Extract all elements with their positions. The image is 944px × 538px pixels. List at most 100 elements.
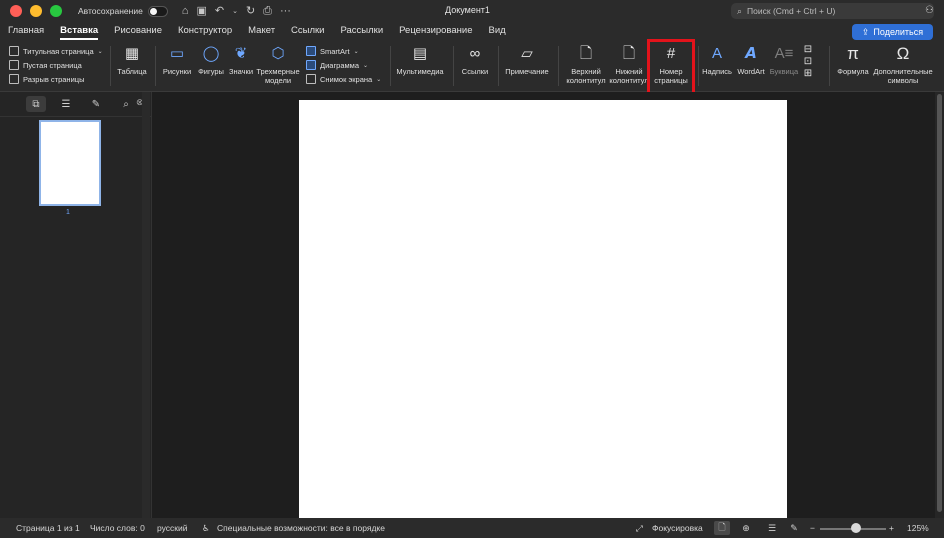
navigation-pane-scrollbar[interactable] [142,92,150,518]
chevron-down-icon: ⌄ [97,48,103,55]
screenshot-icon [306,74,316,84]
icons-label: Значки [228,67,254,76]
document-title: Документ1 [445,5,490,15]
edit-tab-icon[interactable]: ✎ [86,96,106,112]
focus-mode-button[interactable]: Фокусировка [652,523,703,533]
screenshot-label: Снимок экрана [320,74,373,84]
print-layout-view-icon[interactable]: 🗋 [714,521,730,535]
comment-icon: ▱ [521,45,533,62]
tab-home[interactable]: Главная [0,22,52,42]
document-page[interactable] [299,100,787,518]
header-icon: 🗋 [579,45,593,62]
dropcap-button[interactable]: A≡ Буквица [767,46,801,77]
home-icon[interactable]: ⌂ [182,5,189,17]
tab-layout[interactable]: Макет [240,22,283,42]
zoom-out-icon[interactable]: − [810,523,815,533]
shapes-button[interactable]: ◯ Фигуры [195,46,227,77]
close-window-button[interactable] [10,5,22,17]
text-more-button[interactable]: ⊟ ⊡ ⊞ [800,44,816,79]
blank-page-button[interactable]: Пустая страница [9,60,82,70]
header-label-line2: колонтитул [566,76,606,85]
pi-icon: π [847,44,859,63]
3d-models-label-line1: Трехмерные [256,67,300,76]
word-count-status[interactable]: Число слов: 0 [90,523,145,533]
page-thumbnail[interactable] [39,120,101,206]
redo-icon[interactable]: ↻ [246,5,255,17]
equation-label: Формула [837,67,869,76]
chart-button[interactable]: Диаграмма ⌄ [306,60,368,70]
pictures-icon: ▭ [169,45,185,62]
page-break-icon [9,74,19,84]
tab-insert[interactable]: Вставка [52,22,106,42]
tab-mailings[interactable]: Рассылки [333,22,392,42]
links-label: Ссылки [461,67,489,76]
links-button[interactable]: ∞ Ссылки [458,46,492,77]
print-icon[interactable]: ⎙ [263,5,272,17]
chevron-down-icon: ⌄ [353,48,359,55]
wordart-label: WordArt [737,67,765,76]
minimize-window-button[interactable] [30,5,42,17]
pictures-label: Рисунки [162,67,192,76]
tab-draw[interactable]: Рисование [106,22,170,42]
text-tools-icon: ⊟ ⊡ ⊞ [803,44,813,79]
quick-access-toolbar: ⌂ ▣ ↶ ⌄ ↻ ⎙ ··· [182,5,291,17]
chevron-down-icon: ⌄ [363,62,369,69]
comment-button[interactable]: ▱ Примечание [503,45,551,77]
page-break-button[interactable]: Разрыв страницы [9,74,84,84]
tab-references[interactable]: Ссылки [283,22,332,42]
textbox-icon: A [711,45,722,62]
ribbon-separator [558,46,559,86]
header-button[interactable]: 🗋 Верхний колонтитул [564,45,608,86]
title-page-button[interactable]: Титульная страница ⌄ [9,46,103,56]
icons-button[interactable]: ❦ Значки [227,45,255,77]
page-count-status[interactable]: Страница 1 из 1 [16,523,80,533]
zoom-window-button[interactable] [50,5,62,17]
symbols-button[interactable]: Ω Дополнительные символы [871,45,935,85]
screenshot-button[interactable]: Снимок экрана ⌄ [306,74,381,84]
table-button[interactable]: ▦ Таблица [116,46,148,77]
undo-icon[interactable]: ↶ [215,5,224,17]
chevron-down-icon[interactable]: ⌄ [232,8,238,15]
icons-icon: ❦ [234,45,248,62]
window-controls [10,5,62,17]
smartart-button[interactable]: SmartArt ⌄ [306,46,359,56]
tab-review[interactable]: Рецензирование [391,22,480,42]
accessibility-status[interactable]: Специальные возможности: все в порядке [217,523,385,533]
3d-models-button[interactable]: ⬡ Трехмерные модели [255,46,301,86]
chart-icon [306,60,316,70]
thumbnails-tab-icon[interactable]: ⧉ [26,96,46,112]
language-status[interactable]: русский [157,523,188,533]
share-button[interactable]: ⇪ Поделиться [852,24,933,40]
share-icon: ⇪ [861,26,870,37]
smartart-icon [306,46,316,56]
footer-button[interactable]: 🗋 Нижний колонтитул [607,46,651,86]
zoom-in-icon[interactable]: + [889,523,894,533]
share-people-icon[interactable]: ⚇ [925,5,934,16]
textbox-label: Надпись [702,67,732,76]
textbox-button[interactable]: A Надпись [700,45,734,77]
equation-button[interactable]: π Формула [834,44,872,76]
focus-icon: ⤢ [636,523,643,533]
footer-label-line1: Нижний [615,67,643,76]
pictures-button[interactable]: ▭ Рисунки [160,45,194,77]
vertical-scrollbar[interactable] [935,92,944,518]
search-input[interactable]: ⌕ Поиск (Cmd + Ctrl + U) [731,3,934,19]
save-icon[interactable]: ▣ [196,5,206,17]
more-icon[interactable]: ··· [280,5,291,17]
zoom-level[interactable]: 125% [907,523,929,533]
wordart-button[interactable]: 𝘼 WordArt [735,45,767,77]
wordart-icon: 𝘼 [745,45,757,62]
outline-tab-icon[interactable]: ☰ [56,96,76,112]
autosave-toggle[interactable] [147,5,168,17]
search-icon[interactable]: ⌕ [116,96,136,112]
shapes-label: Фигуры [198,67,224,76]
draft-view-icon[interactable]: ✎ [786,521,802,535]
outline-view-icon[interactable]: ☰ [764,521,780,535]
scrollbar-thumb[interactable] [937,94,942,512]
tab-view[interactable]: Вид [481,22,514,42]
title-bar: Автосохранение ⌂ ▣ ↶ ⌄ ↻ ⎙ ··· Документ1… [0,0,944,22]
zoom-slider-handle[interactable] [851,523,861,533]
tab-design[interactable]: Конструктор [170,22,240,42]
web-layout-view-icon[interactable]: ⊕ [738,521,754,535]
media-button[interactable]: ▤ Мультимедиа [394,46,446,77]
